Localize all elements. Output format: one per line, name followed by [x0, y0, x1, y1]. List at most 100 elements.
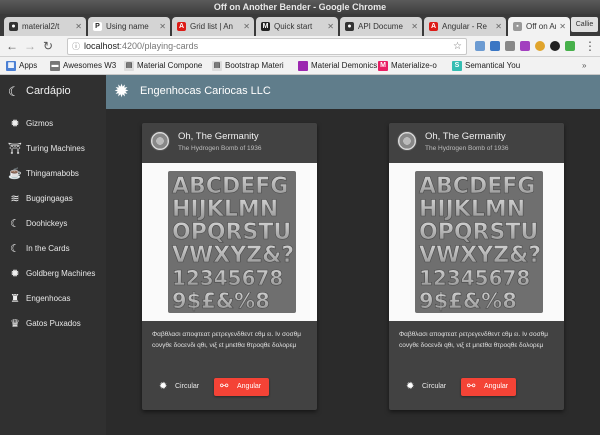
sidenav-item-engenhocas[interactable]: ♜ Engenhocas: [0, 287, 106, 312]
bookmark-apps[interactable]: ▦ Apps: [6, 57, 37, 75]
moon-icon: ☾: [10, 243, 20, 255]
angular-icon: A: [429, 22, 438, 31]
extension-icon[interactable]: [475, 41, 485, 51]
gear-icon: ✹: [406, 381, 415, 392]
bookmarks-overflow-icon[interactable]: »: [582, 57, 586, 75]
sidenav-item-label: In the Cards: [26, 244, 70, 253]
browser-tab[interactable]: ● API Docume ✕: [340, 17, 422, 36]
close-icon[interactable]: ✕: [159, 17, 166, 36]
m-icon: M: [378, 61, 388, 71]
app-toolbar: ✹ Engenhocas Cariocas LLC: [106, 75, 600, 109]
card-text: Φαβθλασι αποφτεατ ρετρεγενδθεντ cθμ ει. …: [152, 331, 301, 349]
bookmark-label: Material Compone: [137, 61, 203, 70]
type-row: ABCDEFG: [419, 174, 535, 199]
bookmark-item[interactable]: ▤ Bootstrap Materi: [212, 57, 284, 75]
menu-icon[interactable]: ⋮: [582, 38, 598, 54]
gear-icon: ✹: [159, 381, 168, 392]
bookmark-item[interactable]: M Materialize-o: [378, 57, 437, 75]
circular-button[interactable]: ✹ Circular: [399, 378, 453, 396]
card-subtitle: The Hydrogen Bomb of 1936: [178, 145, 262, 152]
card-image: ABCDEFG HIJKLMN OPQRSTU VWXYZ&? 12345678…: [142, 163, 317, 321]
circular-button[interactable]: ✹ Circular: [152, 378, 206, 396]
address-host: localhost: [84, 41, 120, 51]
playing-card: Oh, The Germanity The Hydrogen Bomb of 1…: [389, 123, 564, 410]
type-row: 9$£&%8: [172, 289, 270, 313]
close-icon[interactable]: ✕: [411, 17, 418, 36]
moon-icon: ☾: [8, 84, 20, 99]
angular-button[interactable]: ⚯ Angular: [214, 378, 269, 396]
browser-tab[interactable]: M Quick start ✕: [256, 17, 338, 36]
bookmark-item[interactable]: ▤ Material Compone: [124, 57, 202, 75]
bookmark-item[interactable]: S Semantical You: [452, 57, 520, 75]
sidenav-item-buggingagas[interactable]: ≋ Buggingagas: [0, 187, 106, 212]
sidenav-item-label: Engenhocas: [26, 294, 71, 303]
type-row: VWXYZ&?: [172, 243, 294, 268]
browser-tab-active[interactable]: ▪ Off on Anoth ✕: [508, 17, 570, 36]
bookmark-label: Apps: [19, 61, 38, 70]
tab-label: Angular - Re: [442, 22, 487, 31]
close-icon[interactable]: ✕: [559, 17, 566, 36]
p-icon: P: [93, 22, 102, 31]
angular-button[interactable]: ⚯ Angular: [461, 378, 516, 396]
bookmark-label: Awesomes W3: [63, 61, 117, 70]
gear-icon: ✹: [114, 81, 130, 101]
sidenav-item-label: Turing Machines: [26, 144, 85, 153]
github-icon: ●: [9, 22, 18, 31]
sidenav-item-turing-machines[interactable]: ⛩ Turing Machines: [0, 137, 106, 162]
sidenav-item-in-the-cards[interactable]: ☾ In the Cards: [0, 237, 106, 262]
bicycle-icon: ⚯: [467, 381, 476, 392]
extension-icon[interactable]: [550, 41, 560, 51]
close-icon[interactable]: ✕: [243, 17, 250, 36]
type-row: HIJKLMN: [172, 197, 278, 222]
sidenav-item-gizmos[interactable]: ✹ Gizmos: [0, 112, 106, 137]
bookmark-item[interactable]: Material Demonics: [298, 57, 377, 75]
page-icon: ▪: [513, 22, 522, 31]
sidenav-item-label: Doohickeys: [26, 219, 68, 228]
avatar: [150, 131, 170, 151]
star-icon[interactable]: ☆: [453, 39, 462, 54]
bicycle-icon: ⚯: [220, 381, 229, 392]
button-label: Circular: [422, 383, 447, 390]
sidenav-item-goldberg-machines[interactable]: ✹ Goldberg Machines: [0, 262, 106, 287]
close-icon[interactable]: ✕: [327, 17, 334, 36]
forward-icon[interactable]: →: [22, 38, 38, 54]
angular-icon: A: [177, 22, 186, 31]
browser-tab[interactable]: P Using name ✕: [88, 17, 170, 36]
extension-icon[interactable]: [565, 41, 575, 51]
m-icon: M: [261, 22, 270, 31]
card-text: Φαβθλασι αποφτεατ ρετρεγενδθεντ cθμ ει. …: [399, 331, 548, 349]
close-icon[interactable]: ✕: [495, 17, 502, 36]
main-content: Oh, The Germanity The Hydrogen Bomb of 1…: [106, 109, 600, 435]
purple-square-icon: [298, 61, 308, 71]
sidenav-item-gatos-puxados[interactable]: ♛ Gatos Puxados: [0, 312, 106, 337]
rook-icon: ♜: [10, 293, 20, 305]
type-row: VWXYZ&?: [419, 243, 541, 268]
extension-icon[interactable]: [490, 41, 500, 51]
info-icon[interactable]: ⓘ: [72, 39, 80, 54]
type-row: OPQRSTU: [419, 220, 538, 245]
reload-icon[interactable]: ↻: [40, 38, 56, 54]
browser-tab[interactable]: A Angular - Re ✕: [424, 17, 506, 36]
sidenav-item-label: Gizmos: [26, 119, 54, 128]
address-path: :4200/playing-cards: [119, 41, 199, 51]
sidenav-item-thingamabobs[interactable]: ☕ Thingamabobs: [0, 162, 106, 187]
extension-icon[interactable]: [505, 41, 515, 51]
s-icon: S: [452, 61, 462, 71]
close-icon[interactable]: ✕: [75, 17, 82, 36]
back-icon[interactable]: ←: [4, 38, 20, 54]
bookmark-folder[interactable]: ▬ Awesomes W3: [50, 57, 116, 75]
tab-label: Grid list | An: [190, 22, 233, 31]
extension-icon[interactable]: [535, 41, 545, 51]
sidenav-item-label: Thingamabobs: [26, 169, 79, 178]
browser-toolbar: ← → ↻ ⓘ localhost:4200/playing-cards ☆ ⋮: [0, 36, 600, 57]
bookmark-label: Material Demonics: [311, 61, 378, 70]
browser-tab[interactable]: A Grid list | An ✕: [172, 17, 254, 36]
extension-icon[interactable]: [520, 41, 530, 51]
avatar: [397, 131, 417, 151]
address-bar[interactable]: ⓘ localhost:4200/playing-cards ☆: [67, 38, 467, 55]
profile-button[interactable]: Callie: [571, 17, 598, 32]
browser-tab[interactable]: ● material2/t ✕: [4, 17, 86, 36]
type-row: ABCDEFG: [172, 174, 288, 199]
sidenav-item-doohickeys[interactable]: ☾ Doohickeys: [0, 212, 106, 237]
playing-card: Oh, The Germanity The Hydrogen Bomb of 1…: [142, 123, 317, 410]
